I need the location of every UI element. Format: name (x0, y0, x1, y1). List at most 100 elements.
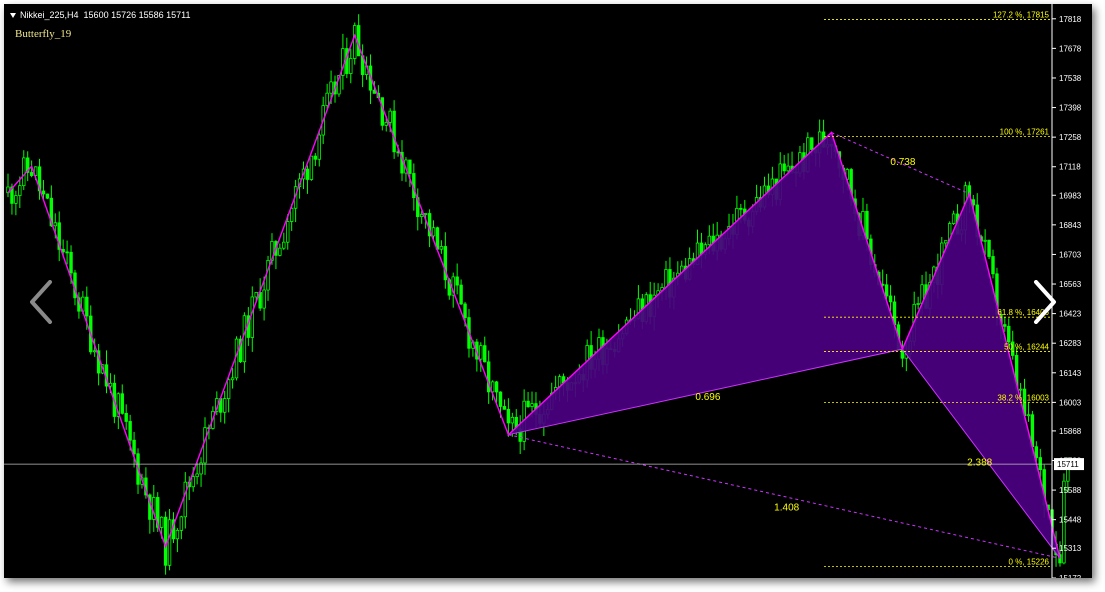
candle-body (85, 296, 89, 317)
y-tick-label: 17258 (1059, 133, 1082, 142)
symbol-header: Nikkei_225,H4 15600 15726 15586 15711 (10, 10, 191, 20)
chevron-left-icon[interactable] (28, 280, 56, 324)
candle-body (865, 210, 869, 240)
candle-body (250, 296, 254, 338)
candle-body (349, 58, 353, 74)
dropdown-triangle-icon[interactable] (10, 13, 16, 18)
candle-body (289, 207, 294, 222)
candle-body (92, 350, 97, 353)
candle-body (884, 284, 889, 297)
candle-body (388, 110, 392, 123)
candle-body (254, 292, 258, 298)
y-tick-label: 16283 (1059, 339, 1082, 348)
chevron-right-icon[interactable] (1030, 280, 1058, 324)
candle-body (431, 227, 436, 237)
y-tick-label: 16843 (1059, 221, 1082, 230)
symbol-label: Nikkei_225,H4 (20, 10, 79, 20)
pattern-name: Butterfly_19 (15, 28, 72, 40)
candle-body (483, 345, 487, 363)
y-tick-label: 17678 (1059, 44, 1082, 53)
candle-body (317, 134, 321, 160)
candle-body (175, 529, 180, 540)
candle-body (951, 213, 956, 224)
candle-body (230, 377, 235, 381)
candle-body (1038, 457, 1042, 471)
candle-body (325, 92, 329, 107)
candle-body (313, 155, 318, 160)
candle-body (191, 476, 195, 488)
candle-body (305, 168, 310, 180)
candle-body (195, 473, 199, 477)
candle-body (439, 246, 444, 250)
candle-body (120, 393, 124, 414)
candle-body (159, 516, 164, 528)
candle-body (179, 516, 184, 531)
candle-body (530, 403, 534, 408)
candle-body (739, 207, 743, 210)
candle-body (786, 165, 790, 172)
y-tick-label: 15172 (1059, 574, 1082, 578)
y-tick-label: 16423 (1059, 310, 1082, 319)
candle-body (408, 159, 412, 174)
ratio-line-xd (508, 434, 1061, 559)
candle-body (309, 155, 314, 180)
candle-body (707, 235, 712, 246)
fib-level-label: 50 %, 16244 (1004, 342, 1049, 351)
fib-level-label: 100 %, 17261 (1000, 128, 1050, 137)
current-price-label: 15711 (1057, 460, 1079, 469)
candle-body (128, 421, 132, 441)
ratio-label: 0.696 (695, 392, 720, 403)
candle-body (124, 412, 128, 422)
y-tick-label: 15448 (1059, 516, 1082, 525)
candle-body (944, 240, 948, 244)
y-tick-label: 16703 (1059, 250, 1082, 259)
candle-body (278, 247, 282, 256)
candle-body (65, 251, 69, 254)
candle-body (494, 381, 499, 393)
candle-body (356, 25, 361, 57)
candle-body (502, 406, 507, 410)
candle-body (479, 345, 483, 360)
y-tick-label: 15313 (1059, 544, 1082, 553)
candle-body (983, 239, 987, 242)
price-chart[interactable]: 127.2 %, 17815100 %, 1726161.8 %, 164065… (4, 4, 1092, 578)
candle-body (69, 251, 73, 274)
candle-body (353, 25, 357, 59)
chart-window[interactable]: 127.2 %, 17815 100 %, 17261 61.8 %, 16406 5… (4, 4, 1092, 578)
ohlc-values: 15600 15726 15586 15711 (83, 10, 191, 20)
candle-body (53, 222, 57, 227)
candle-body (459, 284, 463, 305)
candle-body (132, 439, 136, 455)
candle-body (14, 195, 18, 204)
candle-body (419, 214, 424, 217)
y-tick-label: 15868 (1059, 427, 1082, 436)
y-tick-label: 16563 (1059, 280, 1082, 289)
zigzag-path (7, 33, 1061, 559)
candle-body (226, 379, 231, 400)
candle-body (916, 303, 920, 305)
y-tick-label: 17398 (1059, 104, 1082, 113)
y-tick-label: 16983 (1059, 191, 1082, 200)
candle-body (510, 416, 515, 424)
fib-level-label: 0 %, 15226 (1009, 558, 1050, 567)
candle-body (810, 137, 814, 150)
ratio-label: 1.408 (774, 503, 799, 514)
candle-body (1018, 388, 1023, 391)
candle-body (380, 97, 384, 126)
pattern-triangle-xab (506, 131, 904, 436)
candle-body (203, 427, 207, 464)
candle-body (526, 400, 530, 408)
candle-body (1026, 414, 1031, 417)
candle-body (1003, 324, 1007, 327)
candle-body (782, 163, 786, 172)
candle-body (423, 213, 428, 215)
candle-body (22, 157, 26, 187)
zigzag-line (7, 33, 1061, 559)
candle-body (29, 172, 34, 176)
ratio-label: 2.388 (967, 458, 992, 469)
pattern-triangle-bcd (901, 192, 1061, 559)
y-tick-label: 16003 (1059, 398, 1082, 407)
fib-level-label: 127.2 %, 17815 (993, 10, 1050, 19)
candle-body (455, 276, 459, 286)
candle-body (45, 193, 50, 199)
